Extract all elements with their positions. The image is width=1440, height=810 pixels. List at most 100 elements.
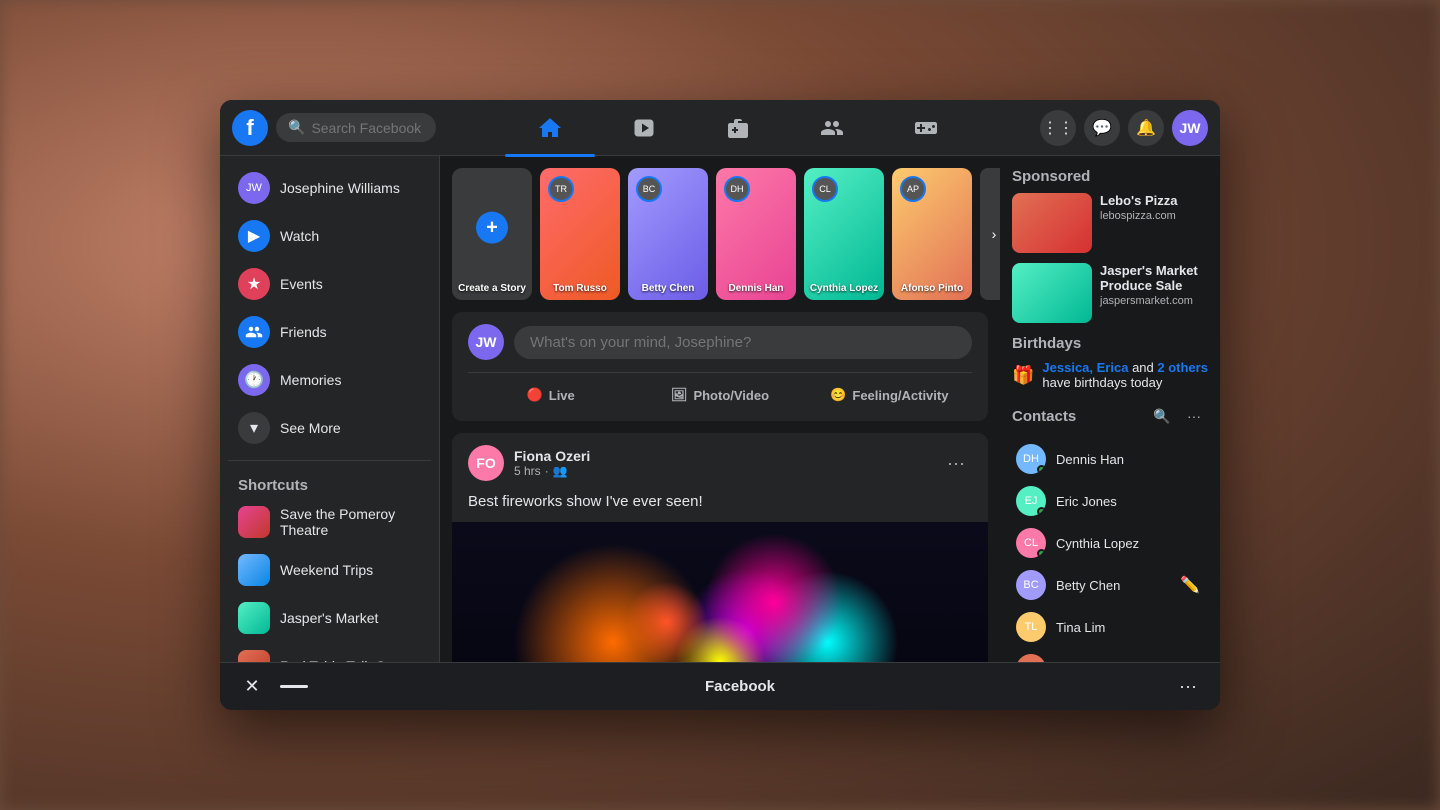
top-nav: f 🔍 ⋮⋮ 💬 🔔 JW xyxy=(220,100,1220,156)
post-action-feeling[interactable]: 😊 Feeling/Activity xyxy=(807,381,972,409)
stories-row: + Create a Story TR Tom Russo BC Betty C… xyxy=(452,168,988,300)
shortcut-red-table[interactable]: Red Table Talk Group xyxy=(228,642,431,662)
story-cynthia-lopez[interactable]: CL Cynthia Lopez xyxy=(804,168,884,300)
post-author-name[interactable]: Fiona Ozeri xyxy=(514,448,930,464)
main-content: JW Josephine Williams ▶ Watch ★ Events F… xyxy=(220,156,1220,662)
ad-market-title: Jasper's Market Produce Sale xyxy=(1100,263,1208,293)
contact-tina-lim[interactable]: TL Tina Lim xyxy=(1012,606,1208,648)
contact-molly-carter[interactable]: MC Molly Carter xyxy=(1012,648,1208,662)
story-avatar-tom: TR xyxy=(548,176,574,202)
user-avatar[interactable]: JW xyxy=(1172,110,1208,146)
events-icon: ★ xyxy=(238,268,270,300)
sidebar-item-see-more[interactable]: ▾ See More xyxy=(228,404,431,452)
birthdays-section: Birthdays 🎁 Jessica, Erica and 2 others … xyxy=(1012,335,1208,390)
post-author-avatar: FO xyxy=(468,445,504,481)
search-box[interactable]: 🔍 xyxy=(276,113,436,142)
post-header: FO Fiona Ozeri 5 hrs · 👥 ··· xyxy=(452,433,988,493)
tab-gaming[interactable] xyxy=(881,106,971,150)
post-action-live[interactable]: 🔴 Live xyxy=(468,381,633,409)
post-box-avatar: JW xyxy=(468,324,504,360)
tab-home[interactable] xyxy=(505,106,595,150)
facebook-logo[interactable]: f xyxy=(232,110,268,146)
bottom-minimize-button[interactable] xyxy=(280,685,308,688)
sidebar-item-events[interactable]: ★ Events xyxy=(228,260,431,308)
feeling-icon: 😊 xyxy=(830,387,846,403)
friends-label: Friends xyxy=(280,324,327,340)
post-text: Best fireworks show I've ever seen! xyxy=(452,493,988,522)
feed: + Create a Story TR Tom Russo BC Betty C… xyxy=(440,156,1000,662)
story-avatar-dennis: DH xyxy=(724,176,750,202)
shortcut-pomeroy-label: Save the Pomeroy Theatre xyxy=(280,506,421,538)
live-icon: 🔴 xyxy=(527,387,543,403)
story-dennis-han[interactable]: DH Dennis Han xyxy=(716,168,796,300)
contact-name-tina: Tina Lim xyxy=(1056,620,1105,635)
ad-lebos-pizza[interactable]: Lebo's Pizza lebospizza.com xyxy=(1012,193,1208,253)
sidebar-divider xyxy=(228,460,431,461)
stories-next-button[interactable]: › xyxy=(980,168,1000,300)
post-input-row: JW xyxy=(468,324,972,360)
tab-groups[interactable] xyxy=(787,106,877,150)
contact-betty-chen[interactable]: BC Betty Chen ✏️ xyxy=(1012,564,1208,606)
story-betty-chen[interactable]: BC Betty Chen xyxy=(628,168,708,300)
contact-name-dennis: Dennis Han xyxy=(1056,452,1124,467)
shortcut-weekend-trips[interactable]: Weekend Trips xyxy=(228,546,431,594)
app-window: f 🔍 ⋮⋮ 💬 🔔 JW xyxy=(220,100,1220,710)
online-indicator-dennis xyxy=(1037,465,1046,474)
birthday-icon: 🎁 xyxy=(1012,365,1034,386)
post-meta: 5 hrs · 👥 xyxy=(514,464,930,478)
memories-label: Memories xyxy=(280,372,341,388)
search-input[interactable] xyxy=(311,120,424,136)
sidebar: JW Josephine Williams ▶ Watch ★ Events F… xyxy=(220,156,440,662)
sidebar-item-profile[interactable]: JW Josephine Williams xyxy=(228,164,431,212)
sidebar-item-friends[interactable]: Friends xyxy=(228,308,431,356)
sidebar-item-memories[interactable]: 🕐 Memories xyxy=(228,356,431,404)
bottom-more-button[interactable]: ··· xyxy=(1172,671,1204,703)
shortcuts-header: Shortcuts xyxy=(228,469,431,498)
shortcut-red-table-thumb xyxy=(238,650,270,662)
tab-marketplace[interactable] xyxy=(693,106,783,150)
messenger-button[interactable]: 💬 xyxy=(1084,110,1120,146)
ad-market-thumb xyxy=(1012,263,1092,323)
right-panel: Sponsored Lebo's Pizza lebospizza.com Ja… xyxy=(1000,156,1220,662)
post-input[interactable] xyxy=(514,326,972,359)
post-card: FO Fiona Ozeri 5 hrs · 👥 ··· Best firewo… xyxy=(452,433,988,662)
story-label-tom: Tom Russo xyxy=(544,283,616,294)
contacts-more-button[interactable]: ··· xyxy=(1180,402,1208,430)
ad-market-domain: jaspersmarket.com xyxy=(1100,295,1208,307)
birthday-text: Jessica, Erica and 2 others have birthda… xyxy=(1042,360,1208,390)
tab-watch[interactable] xyxy=(599,106,689,150)
contact-avatar-tina: TL xyxy=(1016,612,1046,642)
post-more-button[interactable]: ··· xyxy=(940,447,972,479)
events-label: Events xyxy=(280,276,323,292)
bottom-title: Facebook xyxy=(320,678,1160,695)
contacts-search-button[interactable]: 🔍 xyxy=(1148,402,1176,430)
search-icon: 🔍 xyxy=(288,119,305,136)
contact-avatar-dennis: DH xyxy=(1016,444,1046,474)
shortcut-jaspers-market[interactable]: Jasper's Market xyxy=(228,594,431,642)
nav-tabs xyxy=(444,106,1032,150)
story-afonso-pinto[interactable]: AP Afonso Pinto xyxy=(892,168,972,300)
story-tom-russo[interactable]: TR Tom Russo xyxy=(540,168,620,300)
contact-cynthia-lopez[interactable]: CL Cynthia Lopez xyxy=(1012,522,1208,564)
notifications-button[interactable]: 🔔 xyxy=(1128,110,1164,146)
shortcut-pomeroy[interactable]: Save the Pomeroy Theatre xyxy=(228,498,431,546)
photo-label: Photo/Video xyxy=(693,388,769,403)
bottom-close-button[interactable]: ✕ xyxy=(236,671,268,703)
create-story-label: Create a Story xyxy=(456,283,528,294)
apps-button[interactable]: ⋮⋮ xyxy=(1040,110,1076,146)
ad-pizza-thumb xyxy=(1012,193,1092,253)
photo-icon: 🖼 xyxy=(671,387,688,403)
new-message-button[interactable]: ✏️ xyxy=(1176,571,1204,599)
sidebar-item-watch[interactable]: ▶ Watch xyxy=(228,212,431,260)
ad-jaspers-market[interactable]: Jasper's Market Produce Sale jaspersmark… xyxy=(1012,263,1208,323)
contact-dennis-han[interactable]: DH Dennis Han xyxy=(1012,438,1208,480)
friends-icon xyxy=(238,316,270,348)
post-action-photo[interactable]: 🖼 Photo/Video xyxy=(637,381,802,409)
story-label-betty: Betty Chen xyxy=(632,283,704,294)
create-story-card[interactable]: + Create a Story xyxy=(452,168,532,300)
post-actions: 🔴 Live 🖼 Photo/Video 😊 Feeling/Activity xyxy=(468,372,972,409)
contact-eric-jones[interactable]: EJ Eric Jones xyxy=(1012,480,1208,522)
online-indicator-eric xyxy=(1037,507,1046,516)
contacts-header: Contacts 🔍 ··· xyxy=(1012,402,1208,430)
feeling-label: Feeling/Activity xyxy=(852,388,948,403)
